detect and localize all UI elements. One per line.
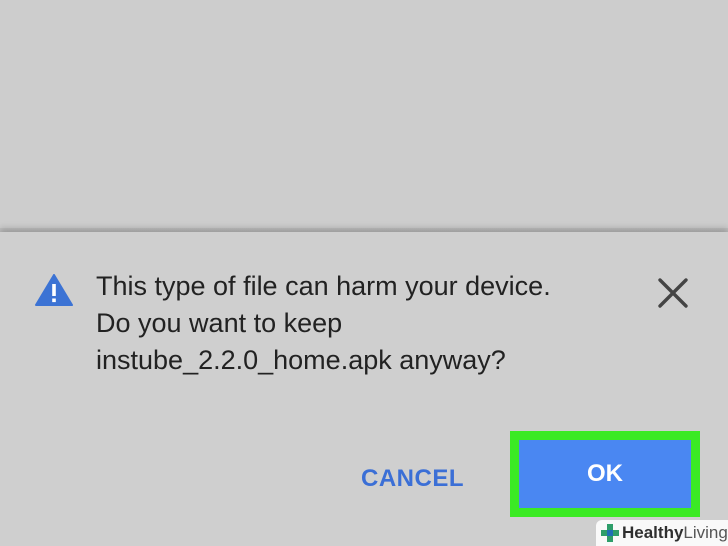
warning-message-line: instube_2.2.0_home.apk anyway? bbox=[96, 345, 506, 375]
plus-cross-icon bbox=[601, 524, 619, 542]
warning-message-line: This type of file can harm your device. bbox=[96, 271, 551, 301]
warning-triangle-icon bbox=[35, 274, 73, 306]
warning-message-line: Do you want to keep bbox=[96, 308, 343, 338]
watermark-brand-bold: Healthy bbox=[622, 523, 684, 542]
watermark: Healthy Living bbox=[596, 520, 728, 546]
background-area bbox=[0, 0, 728, 228]
cancel-button[interactable]: CANCEL bbox=[350, 455, 475, 503]
close-icon[interactable] bbox=[652, 272, 694, 314]
watermark-brand-regular: Living bbox=[683, 523, 728, 542]
ok-button[interactable]: OK bbox=[519, 440, 691, 508]
warning-message: This type of file can harm your device. … bbox=[96, 268, 616, 379]
